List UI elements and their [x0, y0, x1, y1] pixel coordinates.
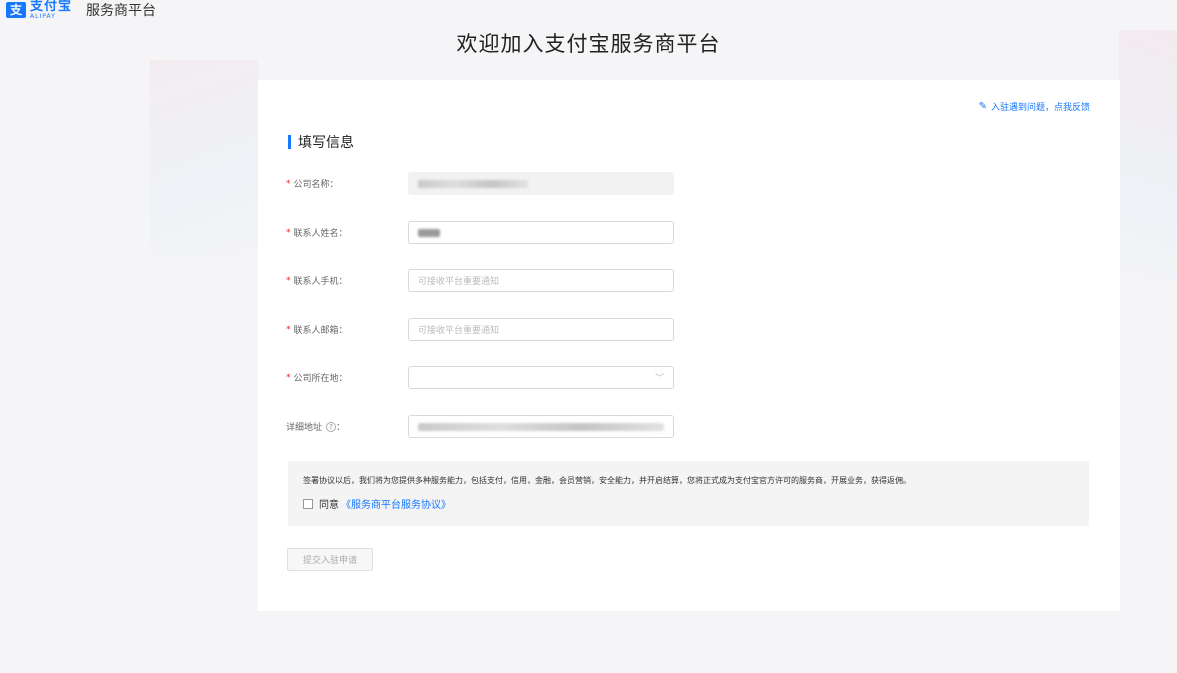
contact-phone-placeholder: 可接收平台重要通知	[418, 277, 500, 287]
form-row-contact-email: * 联系人邮箱： 可接收平台重要通知	[286, 318, 674, 341]
contact-phone-label: * 联系人手机：	[286, 274, 408, 288]
contact-phone-input[interactable]: 可接收平台重要通知	[408, 269, 674, 292]
platform-name: 服务商平台	[86, 3, 157, 19]
required-mark: *	[286, 178, 291, 189]
feedback-label: 入驻遇到问题，点我反馈	[990, 103, 1090, 113]
background-decoration-right	[1119, 30, 1177, 280]
contact-email-placeholder: 可接收平台重要通知	[418, 326, 500, 336]
required-mark: *	[286, 275, 291, 286]
form-row-address: 详细地址 ? ：	[286, 415, 674, 438]
contact-name-label: * 联系人姓名：	[286, 226, 408, 240]
agreement-text: 签署协议以后，我们将为您提供多种服务能力，包括支付，信用，金融，会员营销，安全能…	[303, 476, 911, 485]
agree-checkbox[interactable]	[303, 498, 313, 509]
company-location-select[interactable]: ﹀	[408, 366, 674, 389]
logo-en: ALIPAY	[30, 13, 56, 20]
agree-label: 同意	[319, 500, 339, 511]
address-field[interactable]	[408, 415, 674, 438]
page-title: 欢迎加入支付宝服务商平台	[456, 32, 721, 56]
address-label: 详细地址 ? ：	[286, 420, 408, 433]
agreement-box: 签署协议以后，我们将为您提供多种服务能力，包括支付，信用，金融，会员营销，安全能…	[288, 461, 1089, 526]
agreement-link[interactable]: 《服务商平台服务协议》	[341, 496, 451, 511]
feedback-link[interactable]: ✎ 入驻遇到问题，点我反馈	[979, 100, 1090, 113]
redacted-value	[418, 228, 440, 237]
form-row-company-location: * 公司所在地： ﹀	[286, 366, 674, 389]
required-mark: *	[286, 324, 291, 335]
company-location-label: * 公司所在地：	[286, 371, 408, 385]
help-icon[interactable]: ?	[326, 421, 337, 432]
form-row-contact-phone: * 联系人手机： 可接收平台重要通知	[286, 269, 674, 292]
contact-name-field[interactable]	[408, 221, 674, 244]
top-bar: 支 支付宝 ALIPAY 服务商平台	[0, 0, 1177, 20]
logo-cn: 支付宝	[30, 0, 73, 14]
signup-form-card: ✎ 入驻遇到问题，点我反馈 填写信息 * 公司名称： * 联系人姓名： * 联系…	[258, 80, 1120, 611]
required-mark: *	[286, 227, 291, 238]
contact-email-label: * 联系人邮箱：	[286, 323, 408, 337]
contact-email-input[interactable]: 可接收平台重要通知	[408, 318, 674, 341]
chevron-down-icon: ﹀	[654, 374, 664, 384]
background-decoration-left	[150, 60, 258, 260]
company-name-label: * 公司名称：	[286, 177, 408, 191]
edit-icon: ✎	[978, 101, 987, 112]
company-location-label-text: 公司所在地：	[293, 374, 348, 384]
form-row-contact-name: * 联系人姓名：	[286, 221, 674, 244]
company-name-field	[408, 172, 674, 195]
agree-row: 同意 《服务商平台服务协议》	[303, 496, 1074, 511]
form-row-company-name: * 公司名称：	[286, 172, 674, 195]
redacted-value	[418, 422, 664, 431]
contact-email-label-text: 联系人邮箱：	[293, 326, 348, 336]
contact-phone-label-text: 联系人手机：	[293, 277, 348, 287]
alipay-logo-text: 支付宝 ALIPAY	[30, 0, 72, 20]
contact-name-label-text: 联系人姓名：	[293, 229, 348, 239]
alipay-logo-icon: 支	[6, 2, 26, 18]
section-title-text: 填写信息	[298, 135, 354, 151]
section-accent-bar	[288, 135, 291, 149]
required-mark: *	[286, 372, 291, 383]
company-name-label-text: 公司名称：	[293, 180, 339, 190]
section-title: 填写信息	[288, 132, 354, 152]
address-label-colon: ：	[336, 423, 346, 433]
submit-application-button[interactable]: 提交入驻申请	[287, 548, 373, 571]
address-label-text: 详细地址	[286, 423, 323, 433]
redacted-value	[418, 179, 528, 188]
